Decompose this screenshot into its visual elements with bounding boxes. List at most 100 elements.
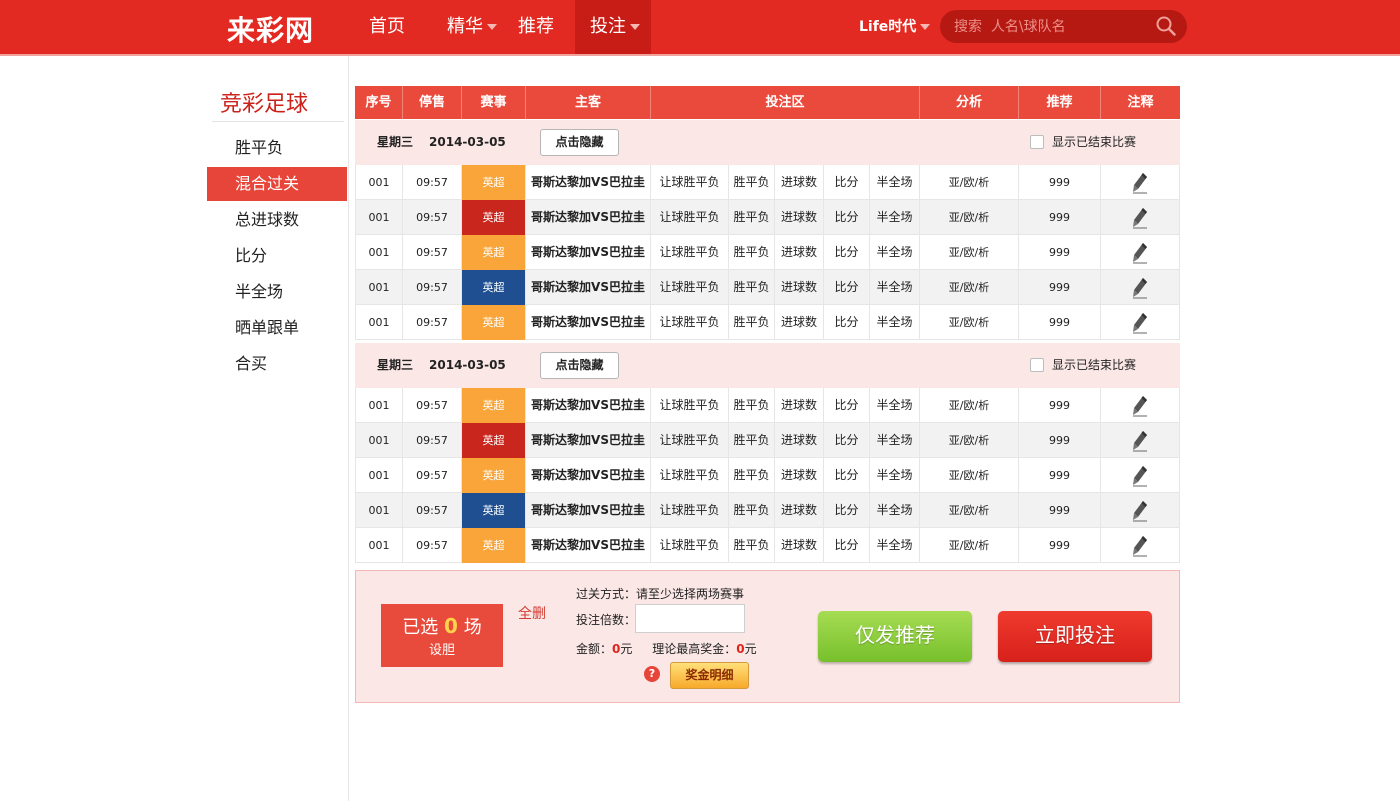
bet-option[interactable]: 进球数 (775, 200, 824, 235)
bet-option[interactable]: 进球数 (775, 458, 824, 493)
league-badge[interactable]: 英超 (462, 528, 526, 563)
sidebar-item[interactable]: 总进球数 (207, 203, 347, 237)
bet-option[interactable]: 让球胜平负 (651, 528, 729, 563)
match-teams[interactable]: 哥斯达黎加VS巴拉圭 (526, 235, 651, 270)
league-badge[interactable]: 英超 (462, 458, 526, 493)
league-badge[interactable]: 英超 (462, 270, 526, 305)
analysis-link[interactable]: 亚/欧/析 (920, 493, 1019, 528)
bet-option[interactable]: 半全场 (870, 165, 920, 200)
bet-option[interactable]: 比分 (824, 200, 870, 235)
bet-option[interactable]: 半全场 (870, 458, 920, 493)
bet-option[interactable]: 胜平负 (729, 493, 775, 528)
analysis-link[interactable]: 亚/欧/析 (920, 305, 1019, 340)
sidebar-item[interactable]: 比分 (207, 239, 347, 273)
bet-option[interactable]: 半全场 (870, 388, 920, 423)
sidebar-item[interactable]: 合买 (207, 347, 347, 381)
league-badge[interactable]: 英超 (462, 200, 526, 235)
analysis-link[interactable]: 亚/欧/析 (920, 165, 1019, 200)
selected-matches-box[interactable]: 已选 0 场 设胆 (381, 604, 503, 667)
bet-option[interactable]: 让球胜平负 (651, 270, 729, 305)
match-teams[interactable]: 哥斯达黎加VS巴拉圭 (526, 423, 651, 458)
bet-option[interactable]: 比分 (824, 423, 870, 458)
bet-option[interactable]: 胜平负 (729, 458, 775, 493)
match-teams[interactable]: 哥斯达黎加VS巴拉圭 (526, 458, 651, 493)
bet-option[interactable]: 半全场 (870, 493, 920, 528)
bet-option[interactable]: 进球数 (775, 235, 824, 270)
bet-option[interactable]: 比分 (824, 235, 870, 270)
bet-option[interactable]: 比分 (824, 270, 870, 305)
bet-option[interactable]: 让球胜平负 (651, 458, 729, 493)
bet-option[interactable]: 半全场 (870, 423, 920, 458)
bet-option[interactable]: 半全场 (870, 270, 920, 305)
bet-option[interactable]: 半全场 (870, 528, 920, 563)
life-menu[interactable]: Life时代 (859, 0, 931, 54)
match-teams[interactable]: 哥斯达黎加VS巴拉圭 (526, 528, 651, 563)
bet-option[interactable]: 进球数 (775, 423, 824, 458)
edit-pencil-icon[interactable] (1132, 465, 1148, 487)
analysis-link[interactable]: 亚/欧/析 (920, 235, 1019, 270)
bet-option[interactable]: 让球胜平负 (651, 305, 729, 340)
show-ended-checkbox[interactable] (1030, 135, 1044, 149)
bet-option[interactable]: 进球数 (775, 270, 824, 305)
bet-option[interactable]: 进球数 (775, 388, 824, 423)
bet-option[interactable]: 进球数 (775, 305, 824, 340)
analysis-link[interactable]: 亚/欧/析 (920, 458, 1019, 493)
hide-group-button[interactable]: 点击隐藏 (540, 352, 619, 379)
bet-option[interactable]: 让球胜平负 (651, 423, 729, 458)
bet-option[interactable]: 胜平负 (729, 200, 775, 235)
sidebar-item[interactable]: 半全场 (207, 275, 347, 309)
sidebar-item[interactable]: 晒单跟单 (207, 311, 347, 345)
site-logo[interactable]: 来彩网 (227, 9, 314, 49)
show-ended-checkbox[interactable] (1030, 358, 1044, 372)
recommend-only-button[interactable]: 仅发推荐 (818, 611, 972, 662)
edit-pencil-icon[interactable] (1132, 430, 1148, 452)
match-teams[interactable]: 哥斯达黎加VS巴拉圭 (526, 388, 651, 423)
prize-detail-button[interactable]: 奖金明细 (670, 662, 749, 689)
help-icon[interactable]: ? (644, 666, 660, 682)
bet-option[interactable]: 胜平负 (729, 388, 775, 423)
edit-pencil-icon[interactable] (1132, 395, 1148, 417)
nav-recommend[interactable]: 推荐 (518, 0, 554, 54)
bet-option[interactable]: 比分 (824, 388, 870, 423)
search-icon[interactable] (1155, 15, 1177, 37)
bet-option[interactable]: 让球胜平负 (651, 235, 729, 270)
delete-all-link[interactable]: 全删 (518, 603, 546, 623)
edit-pencil-icon[interactable] (1132, 500, 1148, 522)
nav-home[interactable]: 首页 (369, 0, 405, 54)
bet-option[interactable]: 进球数 (775, 493, 824, 528)
nav-highlights[interactable]: 精华 (447, 0, 497, 54)
match-teams[interactable]: 哥斯达黎加VS巴拉圭 (526, 200, 651, 235)
bet-option[interactable]: 半全场 (870, 200, 920, 235)
bet-option[interactable]: 让球胜平负 (651, 200, 729, 235)
bet-now-button[interactable]: 立即投注 (998, 611, 1152, 662)
bet-option[interactable]: 胜平负 (729, 270, 775, 305)
league-badge[interactable]: 英超 (462, 305, 526, 340)
bet-option[interactable]: 比分 (824, 458, 870, 493)
bet-option[interactable]: 比分 (824, 305, 870, 340)
bet-option[interactable]: 比分 (824, 493, 870, 528)
bet-option[interactable]: 让球胜平负 (651, 493, 729, 528)
league-badge[interactable]: 英超 (462, 235, 526, 270)
match-teams[interactable]: 哥斯达黎加VS巴拉圭 (526, 165, 651, 200)
bet-option[interactable]: 胜平负 (729, 305, 775, 340)
analysis-link[interactable]: 亚/欧/析 (920, 270, 1019, 305)
edit-pencil-icon[interactable] (1132, 277, 1148, 299)
hide-group-button[interactable]: 点击隐藏 (540, 129, 619, 156)
match-teams[interactable]: 哥斯达黎加VS巴拉圭 (526, 270, 651, 305)
edit-pencil-icon[interactable] (1132, 312, 1148, 334)
league-badge[interactable]: 英超 (462, 423, 526, 458)
multiplier-input[interactable] (635, 604, 745, 633)
analysis-link[interactable]: 亚/欧/析 (920, 423, 1019, 458)
bet-option[interactable]: 让球胜平负 (651, 165, 729, 200)
edit-pencil-icon[interactable] (1132, 172, 1148, 194)
sidebar-item[interactable]: 胜平负 (207, 131, 347, 165)
edit-pencil-icon[interactable] (1132, 242, 1148, 264)
bet-option[interactable]: 让球胜平负 (651, 388, 729, 423)
nav-betting[interactable]: 投注 (575, 0, 651, 54)
analysis-link[interactable]: 亚/欧/析 (920, 388, 1019, 423)
edit-pencil-icon[interactable] (1132, 207, 1148, 229)
bet-option[interactable]: 比分 (824, 165, 870, 200)
bet-option[interactable]: 胜平负 (729, 528, 775, 563)
sidebar-item[interactable]: 混合过关 (207, 167, 347, 201)
bet-option[interactable]: 进球数 (775, 165, 824, 200)
